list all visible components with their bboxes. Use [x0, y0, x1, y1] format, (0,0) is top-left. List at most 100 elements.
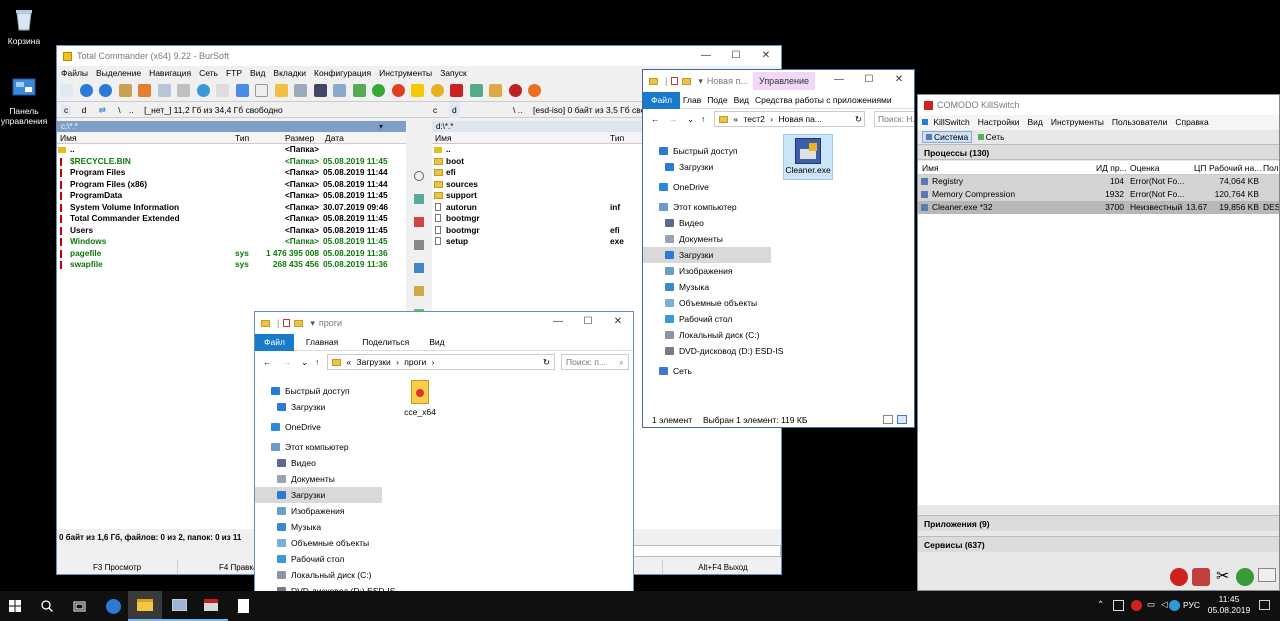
grid-icon[interactable]	[157, 84, 171, 97]
tab-system[interactable]: Система	[922, 131, 973, 143]
nav-item[interactable]: DVD-дисковод (D:) ESD-IS	[643, 343, 783, 359]
comodo-logo-icon[interactable]	[1170, 568, 1188, 586]
tc-menu-tabs[interactable]: Вкладки	[273, 68, 306, 78]
root-right-button[interactable]: \ ..	[513, 102, 522, 118]
clock[interactable]: 11:45 05.08.2019	[1207, 594, 1251, 616]
crumb-downloads[interactable]: Загрузки	[356, 357, 390, 367]
nav-item[interactable]: OneDrive	[255, 419, 382, 435]
unpack-icon[interactable]	[138, 84, 152, 97]
tc-menu-select[interactable]: Выделение	[96, 68, 141, 78]
nav-item[interactable]: Рабочий стол	[643, 311, 771, 327]
up-button[interactable]: ..	[129, 105, 134, 115]
ks-menu-help[interactable]: Справка	[1175, 117, 1208, 127]
manage-tab[interactable]: Управление	[753, 72, 816, 90]
nav-item[interactable]: Этот компьютер	[255, 439, 382, 455]
refresh-icon[interactable]	[60, 84, 73, 97]
crumb-overflow[interactable]: «	[346, 357, 351, 367]
search-icon[interactable]	[414, 171, 424, 181]
nav-item[interactable]: Объемные объекты	[255, 535, 382, 551]
tab-share[interactable]: Поде	[704, 92, 730, 109]
play-icon[interactable]	[411, 84, 425, 97]
minimize-button[interactable]: —	[824, 70, 854, 92]
tools-icon[interactable]: ✂	[1216, 568, 1229, 586]
right-path[interactable]: d:\*.*	[436, 122, 453, 131]
tc-file-row[interactable]: System Volume Information <Папка> 30.07.20…	[57, 202, 406, 214]
up-arrow-icon[interactable]: ↑	[701, 109, 705, 129]
left-path-dropdown[interactable]: ▾	[379, 121, 383, 132]
qat-dropdown[interactable]: ▾	[310, 318, 315, 329]
forward-icon[interactable]	[99, 84, 113, 97]
tc-file-row[interactable]: Windows <Папка> 05.08.2019 11:45	[57, 236, 406, 248]
nav-item[interactable]: Загрузки	[643, 159, 771, 175]
ftp-icon[interactable]	[352, 84, 366, 97]
tc-taskbar-button[interactable]	[194, 591, 228, 621]
left-path[interactable]: c:\*.*	[61, 122, 78, 131]
tc-file-row[interactable]: $RECYCLE.BIN <Папка> 05.08.2019 11:45	[57, 156, 406, 168]
close-button[interactable]: ✕	[884, 70, 914, 92]
tab-file[interactable]: Файл	[643, 91, 680, 109]
ks-menu-view[interactable]: Вид	[1027, 117, 1042, 127]
crumb-progi[interactable]: проги	[404, 357, 426, 367]
close-button[interactable]: ✕	[751, 46, 781, 66]
root-button[interactable]: \	[118, 105, 120, 115]
nav-item[interactable]: Локальный диск (C:)	[255, 567, 382, 583]
f3-view-button[interactable]: F3 Просмотр	[57, 560, 179, 574]
tc-menu-files[interactable]: Файлы	[61, 68, 88, 78]
col-name[interactable]: Имя	[60, 132, 77, 143]
settings-icon[interactable]	[414, 240, 424, 250]
nav-item[interactable]: Изображения	[255, 503, 382, 519]
task-view-button[interactable]	[62, 591, 96, 621]
nav-item[interactable]: Загрузки	[255, 487, 382, 503]
nav-item[interactable]: Быстрый доступ	[643, 143, 771, 159]
status-icon[interactable]	[1236, 568, 1254, 586]
properties-icon[interactable]	[283, 319, 291, 327]
pack-icon[interactable]	[414, 286, 424, 296]
network-icon[interactable]: ⇄	[99, 105, 106, 115]
nav-item[interactable]: Быстрый доступ	[255, 383, 382, 399]
tc-file-row[interactable]: Program Files (x86) <Папка> 05.08.2019 11:…	[57, 179, 406, 191]
process-row[interactable]: Cleaner.exe *32 3700 Неизвестный 13.67 19,85…	[918, 201, 1279, 214]
nav-item[interactable]: Документы	[643, 231, 771, 247]
details-view-icon[interactable]	[883, 415, 893, 424]
shield-tray-icon[interactable]	[1169, 600, 1180, 611]
ks-menu-settings[interactable]: Настройки	[978, 117, 1020, 127]
tab-file[interactable]: Файл	[255, 333, 294, 351]
explorer-taskbar-button[interactable]	[128, 591, 162, 621]
start-button[interactable]	[0, 591, 30, 621]
firefox-icon[interactable]	[528, 84, 542, 97]
tab-view[interactable]: Вид	[421, 334, 452, 351]
comodo-tray-icon[interactable]	[1131, 600, 1142, 611]
maximize-button[interactable]: ☐	[573, 312, 603, 334]
minimize-button[interactable]: —	[543, 312, 573, 334]
sync-icon[interactable]	[274, 84, 288, 97]
tray-app-icon[interactable]	[1113, 600, 1124, 611]
large-icons-view-icon[interactable]	[897, 415, 907, 424]
tc-file-row[interactable]: Users <Папка> 05.08.2019 11:45	[57, 225, 406, 237]
tc-menu-tools[interactable]: Инструменты	[379, 68, 432, 78]
compare-icon[interactable]	[294, 84, 308, 97]
address-bar[interactable]: « тест2 › Новая па... ↻	[714, 111, 865, 127]
crumb-sep[interactable]: ›	[432, 357, 435, 367]
forward-arrow-icon[interactable]: →	[669, 109, 678, 129]
drive-c-button[interactable]: c	[61, 105, 72, 115]
tc-file-row[interactable]: swapfile sys 268 435 456 05.08.2019 11:36	[57, 259, 406, 271]
search-icon[interactable]	[255, 84, 269, 97]
tab-view[interactable]: Вид	[731, 92, 752, 109]
ie-icon[interactable]	[196, 84, 210, 97]
col-user[interactable]: Поль	[1263, 161, 1279, 175]
process-row[interactable]: Memory Compression 1932 Error(Not Fo... 120…	[918, 188, 1279, 201]
green-circle-icon[interactable]	[372, 84, 386, 97]
ks-menu-users[interactable]: Пользователи	[1112, 117, 1167, 127]
tc-file-row[interactable]: ProgramData <Папка> 05.08.2019 11:45	[57, 190, 406, 202]
screenshot-icon[interactable]	[1258, 568, 1276, 582]
minimize-button[interactable]: —	[691, 46, 721, 66]
notifications-icon[interactable]	[1259, 600, 1270, 610]
list-icon[interactable]	[177, 84, 191, 97]
ex1-file-item[interactable]: Cleaner.exe	[783, 134, 833, 180]
info-icon[interactable]	[235, 84, 249, 97]
search-button[interactable]	[30, 591, 64, 621]
address-bar[interactable]: « Загрузки › проги › ↻	[327, 354, 555, 370]
kill-process-icon[interactable]	[1192, 568, 1210, 586]
tray-expand-icon[interactable]: ⌃	[1097, 599, 1104, 610]
target-icon[interactable]	[391, 84, 405, 97]
